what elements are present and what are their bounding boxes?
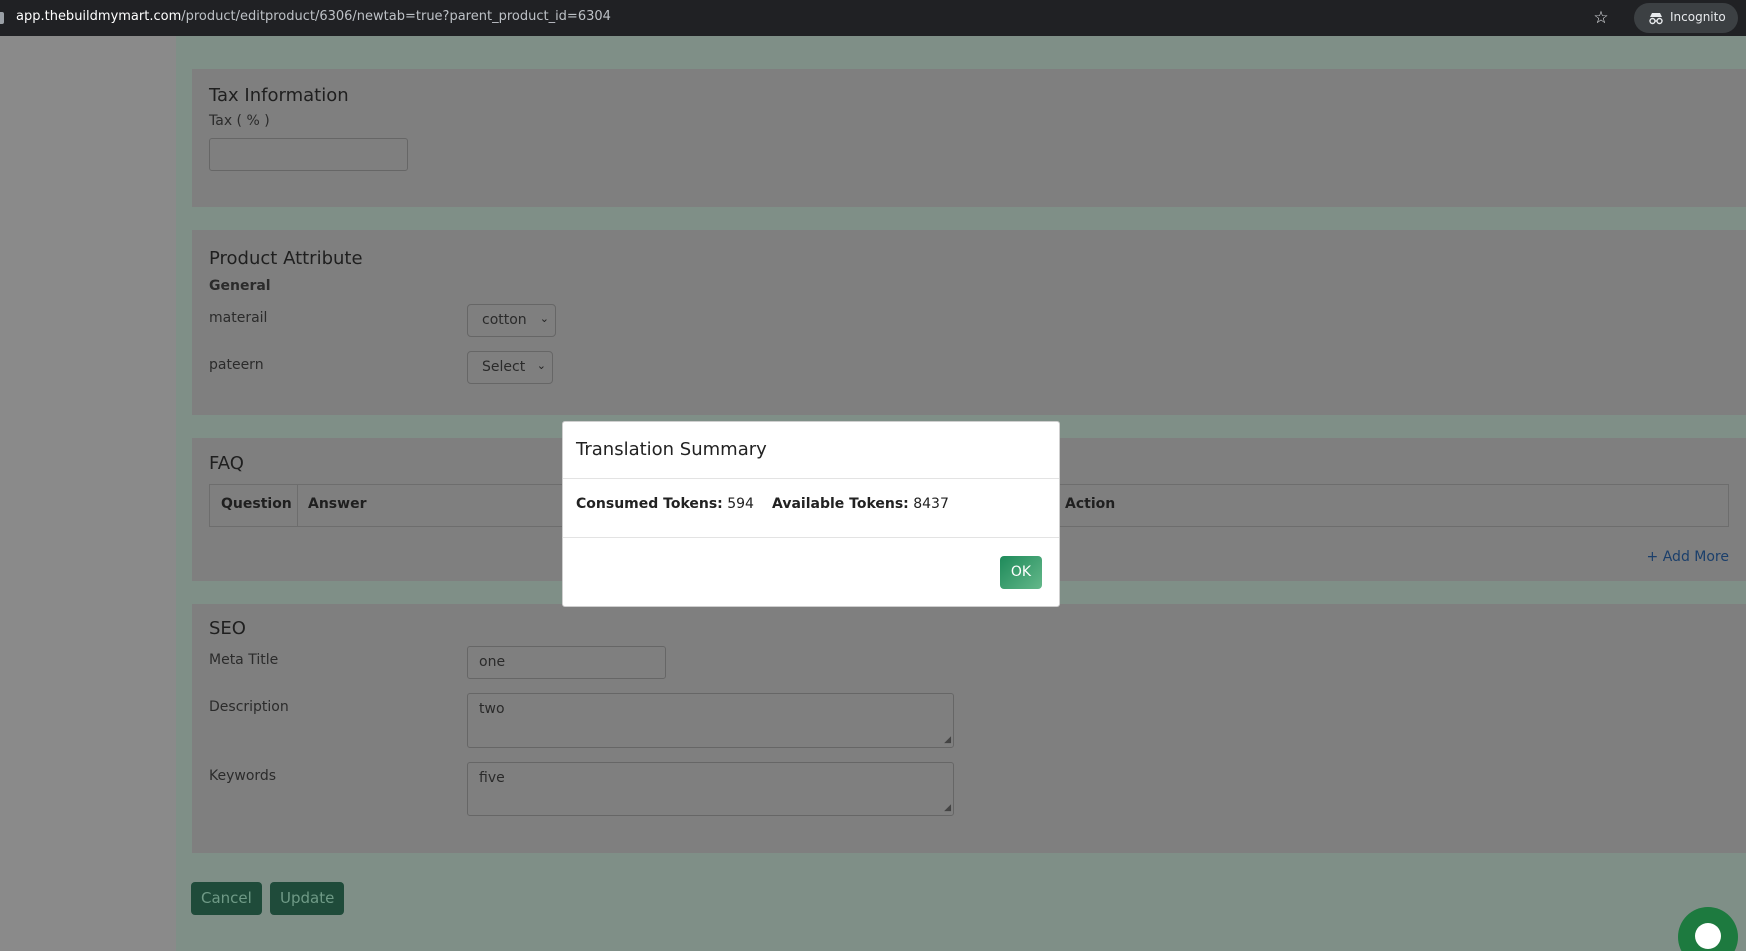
tax-input[interactable] bbox=[209, 138, 408, 171]
faq-col-divider bbox=[297, 485, 298, 526]
resize-handle-icon[interactable]: ◢ bbox=[944, 803, 951, 813]
chevron-down-icon: ⌄ bbox=[536, 359, 546, 372]
description-value: two bbox=[479, 701, 505, 717]
dialog-divider bbox=[563, 478, 1059, 479]
ok-button[interactable]: OK bbox=[1000, 556, 1042, 589]
description-label: Description bbox=[209, 699, 289, 715]
faq-col-action: Action bbox=[1065, 496, 1116, 512]
chevron-down-icon: ⌄ bbox=[539, 312, 549, 325]
address-bar[interactable]: app.thebuildmymart.com/product/editprodu… bbox=[16, 9, 611, 24]
material-select-value: cotton bbox=[482, 312, 527, 328]
update-button[interactable]: Update bbox=[270, 882, 345, 915]
meta-title-label: Meta Title bbox=[209, 652, 279, 668]
resize-handle-icon[interactable]: ◢ bbox=[944, 735, 951, 745]
material-select[interactable]: cotton ⌄ bbox=[467, 304, 556, 337]
consumed-tokens-label: Consumed Tokens: bbox=[576, 496, 723, 512]
tax-title: Tax Information bbox=[209, 85, 349, 106]
faq-title: FAQ bbox=[209, 453, 244, 474]
attribute-label-pattern: pateern bbox=[209, 357, 264, 373]
sidebar bbox=[0, 36, 176, 951]
attribute-group-label: General bbox=[209, 278, 271, 294]
keywords-textarea[interactable]: five ◢ bbox=[467, 762, 954, 816]
available-tokens-value: 8437 bbox=[913, 496, 949, 512]
consumed-tokens: Consumed Tokens: 594 bbox=[576, 496, 754, 512]
incognito-badge[interactable]: Incognito bbox=[1634, 3, 1738, 33]
keywords-label: Keywords bbox=[209, 768, 277, 784]
bookmark-star-icon[interactable]: ☆ bbox=[1590, 7, 1612, 29]
meta-title-input[interactable]: one bbox=[467, 646, 666, 679]
url-domain: app.thebuildmymart.com bbox=[16, 9, 182, 24]
dialog-divider bbox=[563, 537, 1059, 538]
faq-col-answer: Answer bbox=[308, 496, 367, 512]
attribute-title: Product Attribute bbox=[209, 248, 363, 269]
translation-summary-dialog: Translation Summary Consumed Tokens: 594… bbox=[562, 421, 1060, 607]
pattern-select-value: Select bbox=[482, 359, 526, 375]
seo-card: SEO Meta Title one Description two ◢ Key… bbox=[192, 604, 1746, 853]
tax-information-card: Tax Information Tax ( % ) bbox=[192, 69, 1746, 207]
dialog-title: Translation Summary bbox=[576, 439, 767, 460]
consumed-tokens-value: 594 bbox=[727, 496, 754, 512]
chat-icon bbox=[1695, 923, 1721, 949]
url-path: /product/editproduct/6306/newtab=true?pa… bbox=[181, 9, 611, 24]
site-info-icon[interactable] bbox=[0, 12, 4, 24]
available-tokens: Available Tokens: 8437 bbox=[772, 496, 949, 512]
incognito-label: Incognito bbox=[1670, 10, 1726, 24]
tax-label: Tax ( % ) bbox=[209, 113, 270, 129]
description-textarea[interactable]: two ◢ bbox=[467, 693, 954, 748]
keywords-value: five bbox=[479, 770, 505, 786]
attribute-label-material: materail bbox=[209, 310, 268, 326]
browser-toolbar: app.thebuildmymart.com/product/editprodu… bbox=[0, 0, 1746, 36]
cancel-button[interactable]: Cancel bbox=[191, 882, 262, 915]
product-attribute-card: Product Attribute General materail cotto… bbox=[192, 230, 1746, 415]
seo-title: SEO bbox=[209, 618, 246, 639]
available-tokens-label: Available Tokens: bbox=[772, 496, 909, 512]
faq-col-question: Question bbox=[221, 496, 292, 512]
pattern-select[interactable]: Select ⌄ bbox=[467, 351, 553, 384]
incognito-icon bbox=[1649, 13, 1663, 25]
add-more-link[interactable]: + Add More bbox=[1647, 549, 1729, 565]
